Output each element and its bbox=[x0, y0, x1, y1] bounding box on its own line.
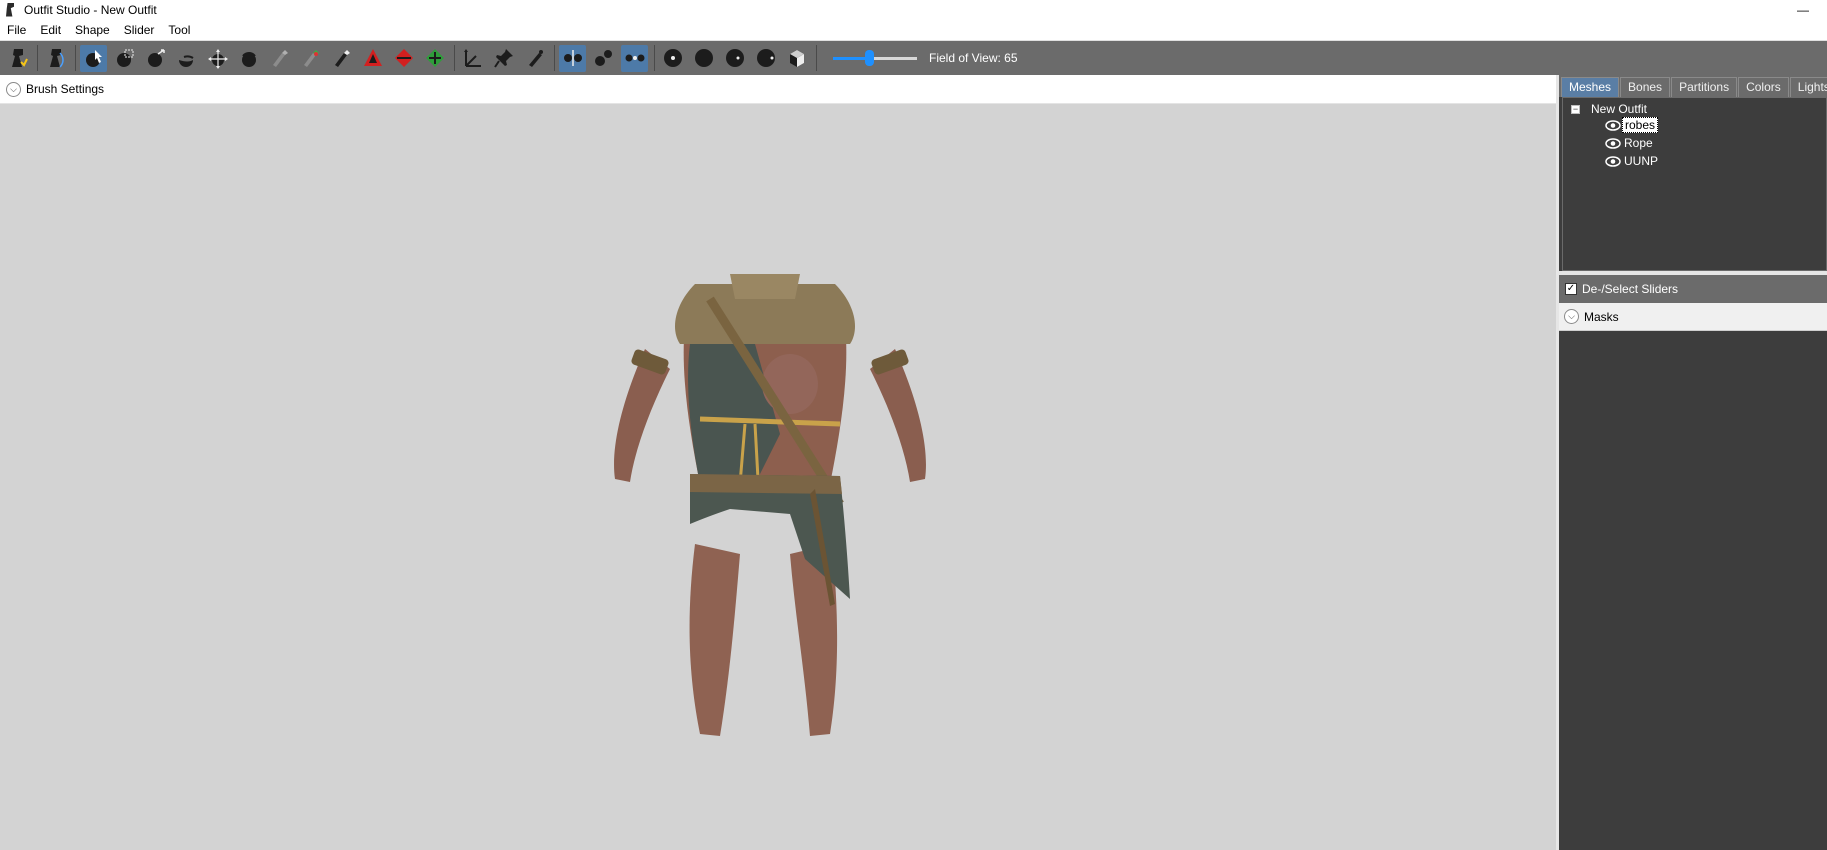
outfit-studio-icon[interactable] bbox=[4, 45, 31, 72]
slider-fill bbox=[833, 57, 869, 60]
toolbar-separator bbox=[554, 45, 555, 71]
mask-brush-icon[interactable] bbox=[111, 45, 138, 72]
toolbar-separator bbox=[816, 45, 817, 71]
tab-partitions[interactable]: Partitions bbox=[1671, 77, 1738, 97]
eye-icon[interactable] bbox=[1605, 155, 1621, 167]
masks-label: Masks bbox=[1584, 309, 1619, 324]
color-view-icon[interactable] bbox=[752, 45, 779, 72]
brush-settings-toggle[interactable]: ⌵ bbox=[6, 81, 21, 97]
deselect-sliders-label: De-/Select Sliders bbox=[1582, 282, 1679, 296]
texture-icon[interactable] bbox=[721, 45, 748, 72]
inflate-brush-icon[interactable] bbox=[142, 45, 169, 72]
tree-root-label: New Outfit bbox=[1591, 102, 1648, 116]
masks-toggle[interactable]: ⌵ bbox=[1564, 309, 1579, 324]
wireframe-icon[interactable] bbox=[659, 45, 686, 72]
title-bar: Outfit Studio - New Outfit — bbox=[0, 0, 1827, 19]
tab-bones[interactable]: Bones bbox=[1620, 77, 1671, 97]
deselect-sliders-row[interactable]: ✓ De-/Select Sliders bbox=[1559, 275, 1827, 303]
mesh-item-label: robes bbox=[1622, 117, 1659, 133]
smooth-brush-icon[interactable] bbox=[235, 45, 262, 72]
field-of-view-label: Field of View: 65 bbox=[929, 51, 1018, 65]
pivot-pin-icon[interactable] bbox=[490, 45, 517, 72]
mesh-item-robes[interactable]: robes bbox=[1605, 117, 1659, 133]
3d-viewport[interactable] bbox=[0, 104, 1556, 850]
brush-settings-bar: ⌵ Brush Settings bbox=[0, 75, 1556, 104]
window-title: Outfit Studio - New Outfit bbox=[24, 2, 157, 17]
mesh-item-uunp[interactable]: UUNP bbox=[1605, 153, 1660, 169]
eye-icon[interactable] bbox=[1605, 137, 1621, 149]
mesh-item-rope[interactable]: Rope bbox=[1605, 135, 1655, 151]
menu-shape[interactable]: Shape bbox=[68, 23, 117, 37]
bounding-box-icon[interactable] bbox=[783, 45, 810, 72]
reference-figure-icon[interactable] bbox=[42, 45, 69, 72]
panel-tabs: Meshes Bones Partitions Colors Lights bbox=[1559, 75, 1827, 97]
toolbar-separator bbox=[75, 45, 76, 71]
tab-colors[interactable]: Colors bbox=[1738, 77, 1789, 97]
tree-collapse-toggle[interactable]: − bbox=[1571, 104, 1580, 114]
outfit-model bbox=[614, 274, 926, 736]
deflate-brush-icon[interactable] bbox=[173, 45, 200, 72]
collapse-vertex-icon[interactable] bbox=[359, 45, 386, 72]
deselect-sliders-checkbox[interactable]: ✓ bbox=[1565, 283, 1577, 295]
mesh-item-label: UUNP bbox=[1624, 154, 1659, 168]
mesh-tree: − New Outfit robes Rope UUNP bbox=[1562, 97, 1827, 271]
split-edge-icon[interactable] bbox=[421, 45, 448, 72]
menu-file[interactable]: File bbox=[0, 23, 33, 37]
menu-bar: File Edit Shape Slider Tool bbox=[0, 19, 1827, 41]
field-of-view-slider[interactable] bbox=[833, 48, 917, 68]
app-icon bbox=[4, 2, 18, 18]
right-panel: Meshes Bones Partitions Colors Lights − … bbox=[1556, 75, 1827, 850]
slider-thumb[interactable] bbox=[865, 50, 874, 66]
eye-icon[interactable] bbox=[1605, 119, 1621, 131]
vertex-edit-icon[interactable] bbox=[521, 45, 548, 72]
tab-meshes[interactable]: Meshes bbox=[1561, 77, 1620, 97]
minimize-button[interactable]: — bbox=[1793, 0, 1813, 19]
toolbar-separator bbox=[454, 45, 455, 71]
lighting-icon[interactable] bbox=[690, 45, 717, 72]
menu-tool[interactable]: Tool bbox=[161, 23, 197, 37]
toolbar: Field of View: 65 bbox=[0, 41, 1827, 75]
tree-root[interactable]: − New Outfit bbox=[1571, 102, 1647, 116]
masks-section[interactable]: ⌵ Masks bbox=[1559, 303, 1827, 331]
select-brush-icon[interactable] bbox=[80, 44, 107, 72]
color-paint-icon[interactable] bbox=[328, 45, 355, 72]
menu-slider[interactable]: Slider bbox=[117, 23, 162, 37]
toolbar-separator bbox=[37, 45, 38, 71]
weight-paint-icon[interactable] bbox=[297, 45, 324, 72]
menu-edit[interactable]: Edit bbox=[33, 23, 68, 37]
global-brush-icon[interactable] bbox=[621, 44, 648, 72]
undiff-brush-icon[interactable] bbox=[266, 45, 293, 72]
mesh-item-label: Rope bbox=[1624, 136, 1653, 150]
flip-edge-icon[interactable] bbox=[390, 45, 417, 72]
connected-only-icon[interactable] bbox=[590, 45, 617, 72]
transform-icon[interactable] bbox=[459, 45, 486, 72]
x-mirror-icon[interactable] bbox=[559, 44, 586, 72]
brush-settings-label[interactable]: Brush Settings bbox=[26, 82, 104, 96]
tab-lights[interactable]: Lights bbox=[1789, 77, 1827, 97]
move-brush-icon[interactable] bbox=[204, 45, 231, 72]
toolbar-separator bbox=[654, 45, 655, 71]
